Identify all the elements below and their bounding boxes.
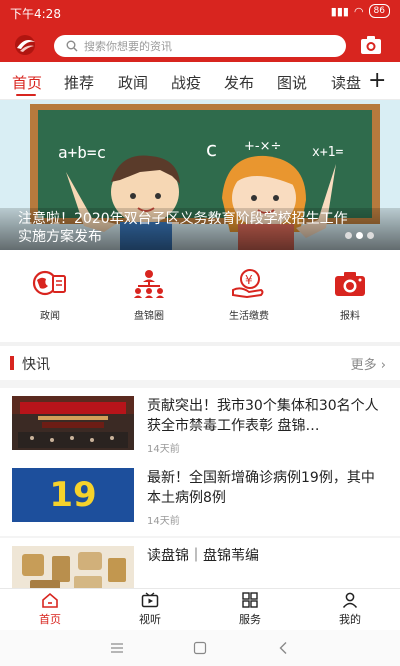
quick-item-bill-payment[interactable]: ¥ 生活缴费 [219, 268, 279, 322]
status-bar: 下午4:28 ▮▮▮ ◠ 86 [0, 0, 400, 24]
wifi-icon: ◠ [353, 4, 364, 18]
search-icon [66, 40, 78, 52]
quick-item-label: 生活缴费 [229, 311, 269, 322]
add-channel-icon[interactable]: + [368, 68, 386, 93]
status-time: 下午4:28 [10, 7, 61, 21]
more-link-label: 更多 [350, 358, 377, 373]
home-button-icon[interactable] [193, 641, 207, 655]
news-thumbnail [12, 396, 134, 450]
news-thumbnail [12, 546, 134, 588]
quick-item-label: 盘锦圈 [134, 311, 164, 322]
network-icon [134, 270, 164, 298]
tab-read-panjin[interactable]: 读盘 [331, 72, 361, 93]
carousel-dot [367, 232, 374, 239]
thumbnail-number: 19 [49, 475, 97, 515]
back-icon[interactable] [278, 641, 288, 655]
signal-icon: ▮▮▮ [330, 4, 349, 18]
news-title: 贡献突出！我市30个集体和30名个人获全市禁毒工作表彰 盘锦… [147, 398, 379, 434]
bottom-nav-services[interactable]: 服务 [220, 592, 280, 627]
app-logo-icon[interactable] [12, 34, 38, 56]
section-accent-bar [10, 356, 14, 370]
divider [0, 380, 400, 388]
menu-icon[interactable] [110, 642, 124, 654]
bottom-nav-label: 我的 [339, 613, 361, 626]
bottom-nav-label: 视听 [139, 613, 161, 626]
more-link[interactable]: 更多 › [351, 354, 386, 373]
chevron-right-icon: › [380, 358, 386, 373]
bottom-nav-label: 首页 [39, 613, 61, 626]
camera-icon [335, 272, 365, 296]
quick-item-label: 政闻 [40, 311, 60, 322]
section-title: 快讯 [22, 357, 50, 373]
tab-home[interactable]: 首页 [12, 72, 42, 93]
tab-epidemic[interactable]: 战疫 [171, 72, 201, 93]
search-input[interactable]: 搜索你想要的资讯 [54, 35, 346, 57]
status-icons: ▮▮▮ ◠ 86 [331, 4, 390, 18]
quick-item-politics[interactable]: 政闻 [20, 268, 80, 322]
svg-text:¥: ¥ [245, 273, 253, 287]
banner-caption[interactable]: 注意啦！2020年双台子区义务教育阶段学校招生工作实施方案发布 [0, 208, 400, 250]
news-title: 读盘锦｜盘锦苇编 [147, 548, 259, 564]
globe-doc-icon [32, 270, 66, 296]
system-nav-bar [0, 630, 400, 666]
news-thumbnail: 19 [12, 468, 134, 522]
chalk-text-3: +-×÷ [244, 139, 281, 154]
active-tab-indicator [16, 94, 36, 96]
home-icon [42, 592, 58, 608]
tab-pictures[interactable]: 图说 [277, 72, 307, 93]
battery-icon: 86 [368, 4, 390, 18]
carousel-indicator [345, 232, 374, 239]
section-header: 快讯 更多 › [0, 346, 400, 380]
news-time: 14天前 [147, 516, 180, 527]
bottom-nav: 首页 视听 服务 我的 [0, 588, 400, 630]
tab-release[interactable]: 发布 [224, 72, 254, 93]
video-icon [141, 592, 159, 608]
carousel-dot-active [356, 232, 363, 239]
news-item[interactable]: 贡献突出！我市30个集体和30名个人获全市禁毒工作表彰 盘锦… 14天前 [0, 388, 400, 466]
news-title: 最新！全国新增确诊病例19例，其中本土病例8例 [147, 470, 375, 506]
bottom-nav-media[interactable]: 视听 [120, 592, 180, 627]
bottom-nav-me[interactable]: 我的 [320, 592, 380, 627]
carousel-dot [345, 232, 352, 239]
search-placeholder: 搜索你想要的资讯 [84, 40, 172, 53]
app-header: 下午4:28 ▮▮▮ ◠ 86 搜索你想要的资讯 [0, 0, 400, 62]
quick-menu: 政闻 盘锦圈 ¥ 生活缴费 报料 [0, 260, 400, 342]
quick-item-report[interactable]: 报料 [320, 268, 380, 322]
chalk-text-1: a+b=c [58, 143, 106, 162]
chalk-text-2: c [206, 137, 217, 161]
yen-hand-icon: ¥ [232, 269, 264, 298]
channel-tabs: 首页 推荐 政闻 战疫 发布 图说 读盘 + [0, 62, 400, 100]
quick-item-label: 报料 [340, 311, 360, 322]
tab-recommend[interactable]: 推荐 [64, 72, 94, 93]
grid-icon [242, 592, 258, 608]
quick-item-panjin-circle[interactable]: 盘锦圈 [119, 268, 179, 322]
user-icon [342, 592, 358, 608]
news-time: 14天前 [147, 444, 180, 455]
bottom-nav-label: 服务 [239, 613, 261, 626]
bottom-nav-home[interactable]: 首页 [20, 592, 80, 627]
camera-icon[interactable] [360, 35, 382, 55]
news-item[interactable]: 读盘锦｜盘锦苇编 [0, 538, 400, 588]
news-item[interactable]: 19 最新！全国新增确诊病例19例，其中本土病例8例 14天前 [0, 458, 400, 536]
chalk-text-4: x+1= [312, 145, 343, 160]
tab-politics[interactable]: 政闻 [118, 72, 148, 93]
